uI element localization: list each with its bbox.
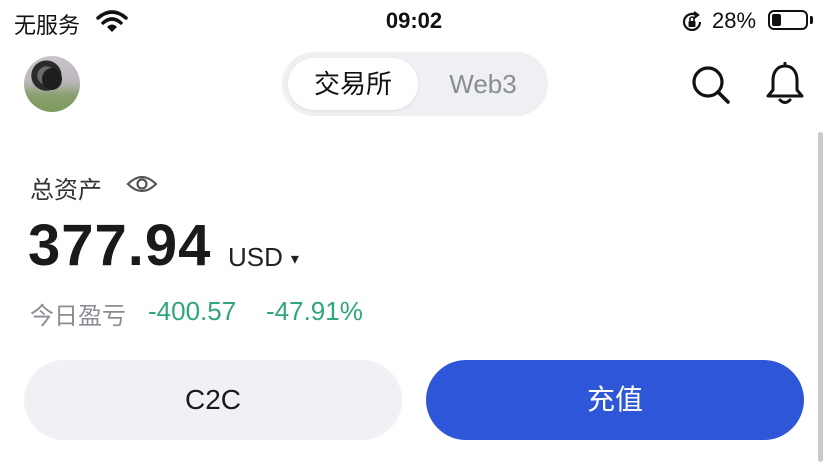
status-bar: 无服务 09:02 28%: [0, 0, 828, 44]
scroll-indicator[interactable]: [818, 132, 823, 462]
pnl-label: 今日盈亏: [30, 303, 126, 330]
total-assets-label: 总资产: [30, 177, 102, 204]
currency-selector[interactable]: USD ▾: [228, 242, 299, 273]
chevron-down-icon: ▾: [290, 251, 299, 269]
pnl-percent: -47.91%: [266, 296, 363, 326]
orientation-lock-icon: [680, 10, 704, 39]
avatar[interactable]: [24, 56, 80, 112]
c2c-button[interactable]: C2C: [24, 360, 402, 440]
battery-tip: [810, 16, 813, 24]
search-icon[interactable]: [690, 64, 732, 111]
currency-label: USD: [228, 242, 283, 272]
tab-exchange[interactable]: 交易所: [288, 58, 418, 110]
deposit-button[interactable]: 充值: [426, 360, 804, 440]
tab-web3[interactable]: Web3: [422, 58, 544, 110]
bell-icon[interactable]: [764, 61, 806, 111]
pnl-value: -400.57: [148, 296, 237, 326]
battery-icon: [768, 10, 808, 30]
eye-icon[interactable]: [126, 172, 158, 201]
exchange-web3-switch: 交易所 Web3: [282, 52, 548, 116]
battery-percent: 28%: [712, 8, 757, 33]
total-balance: 377.94: [28, 213, 212, 278]
battery-fill: [772, 14, 781, 26]
